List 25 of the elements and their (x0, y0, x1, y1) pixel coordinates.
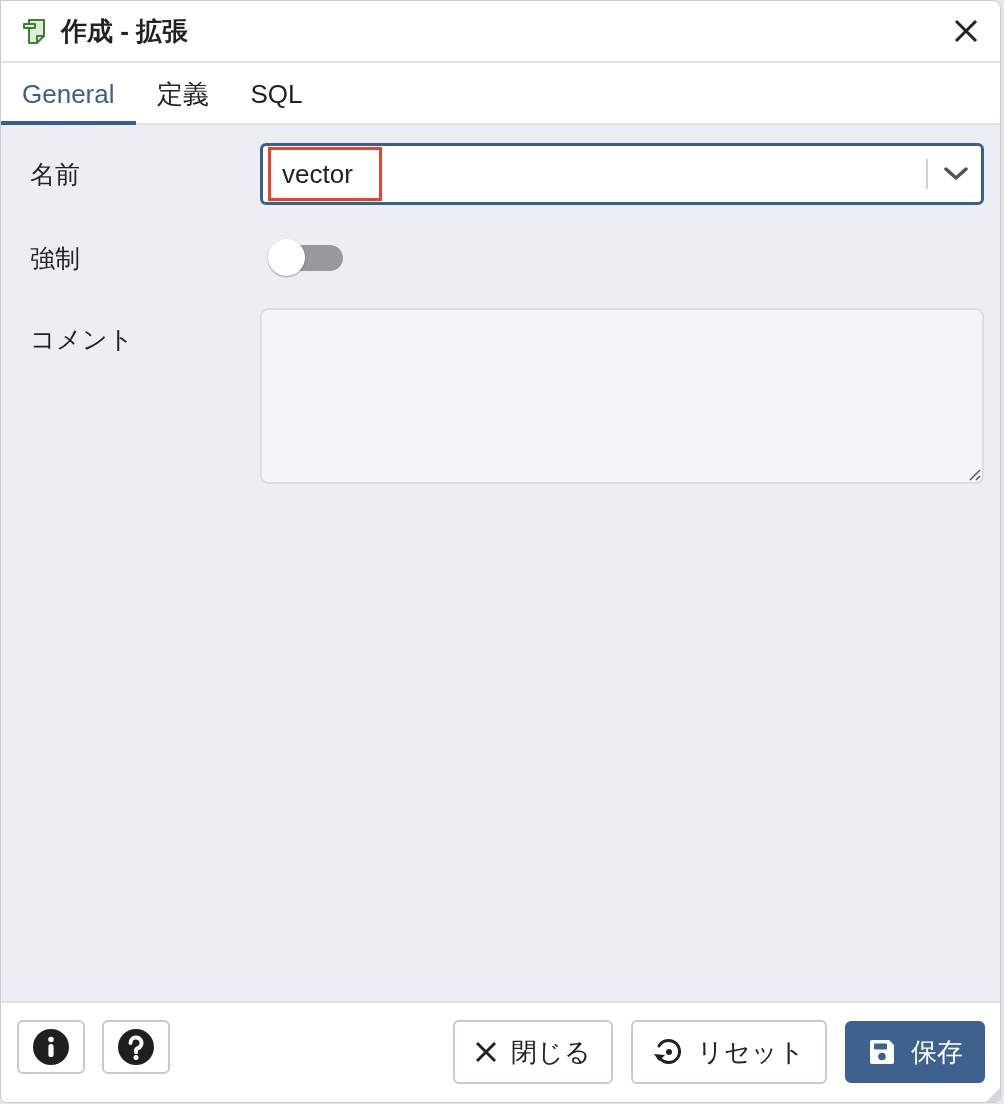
field-label: 強制 (30, 242, 80, 274)
rotate-arrow-icon (653, 1037, 683, 1067)
chevron-down-icon (944, 167, 968, 181)
field-label: 名前 (30, 158, 80, 190)
dialog-title: 作成 - 拡張 (61, 14, 189, 48)
toggle-switch[interactable] (267, 237, 343, 279)
field-label: コメント (30, 324, 134, 355)
save-button[interactable]: 保存 (845, 1021, 985, 1083)
info-button[interactable] (17, 1020, 85, 1074)
close-icon (954, 19, 978, 43)
tab[interactable]: SQL (229, 63, 324, 125)
reset-button[interactable]: リセット (631, 1020, 827, 1084)
help-button[interactable] (102, 1020, 170, 1074)
close-icon (475, 1041, 497, 1063)
tab[interactable]: 定義 (135, 63, 230, 125)
info-icon (33, 1029, 69, 1065)
resize-grip-icon (969, 469, 981, 481)
resize-grip-icon[interactable] (986, 1088, 1000, 1102)
close-button[interactable] (954, 19, 978, 43)
comment-field[interactable] (260, 308, 984, 484)
document-icon (22, 18, 46, 44)
close-button[interactable]: 閉じる (453, 1020, 613, 1084)
select-field[interactable]: vector (260, 143, 984, 205)
help-icon (118, 1029, 154, 1065)
select-value: vector (268, 147, 382, 201)
